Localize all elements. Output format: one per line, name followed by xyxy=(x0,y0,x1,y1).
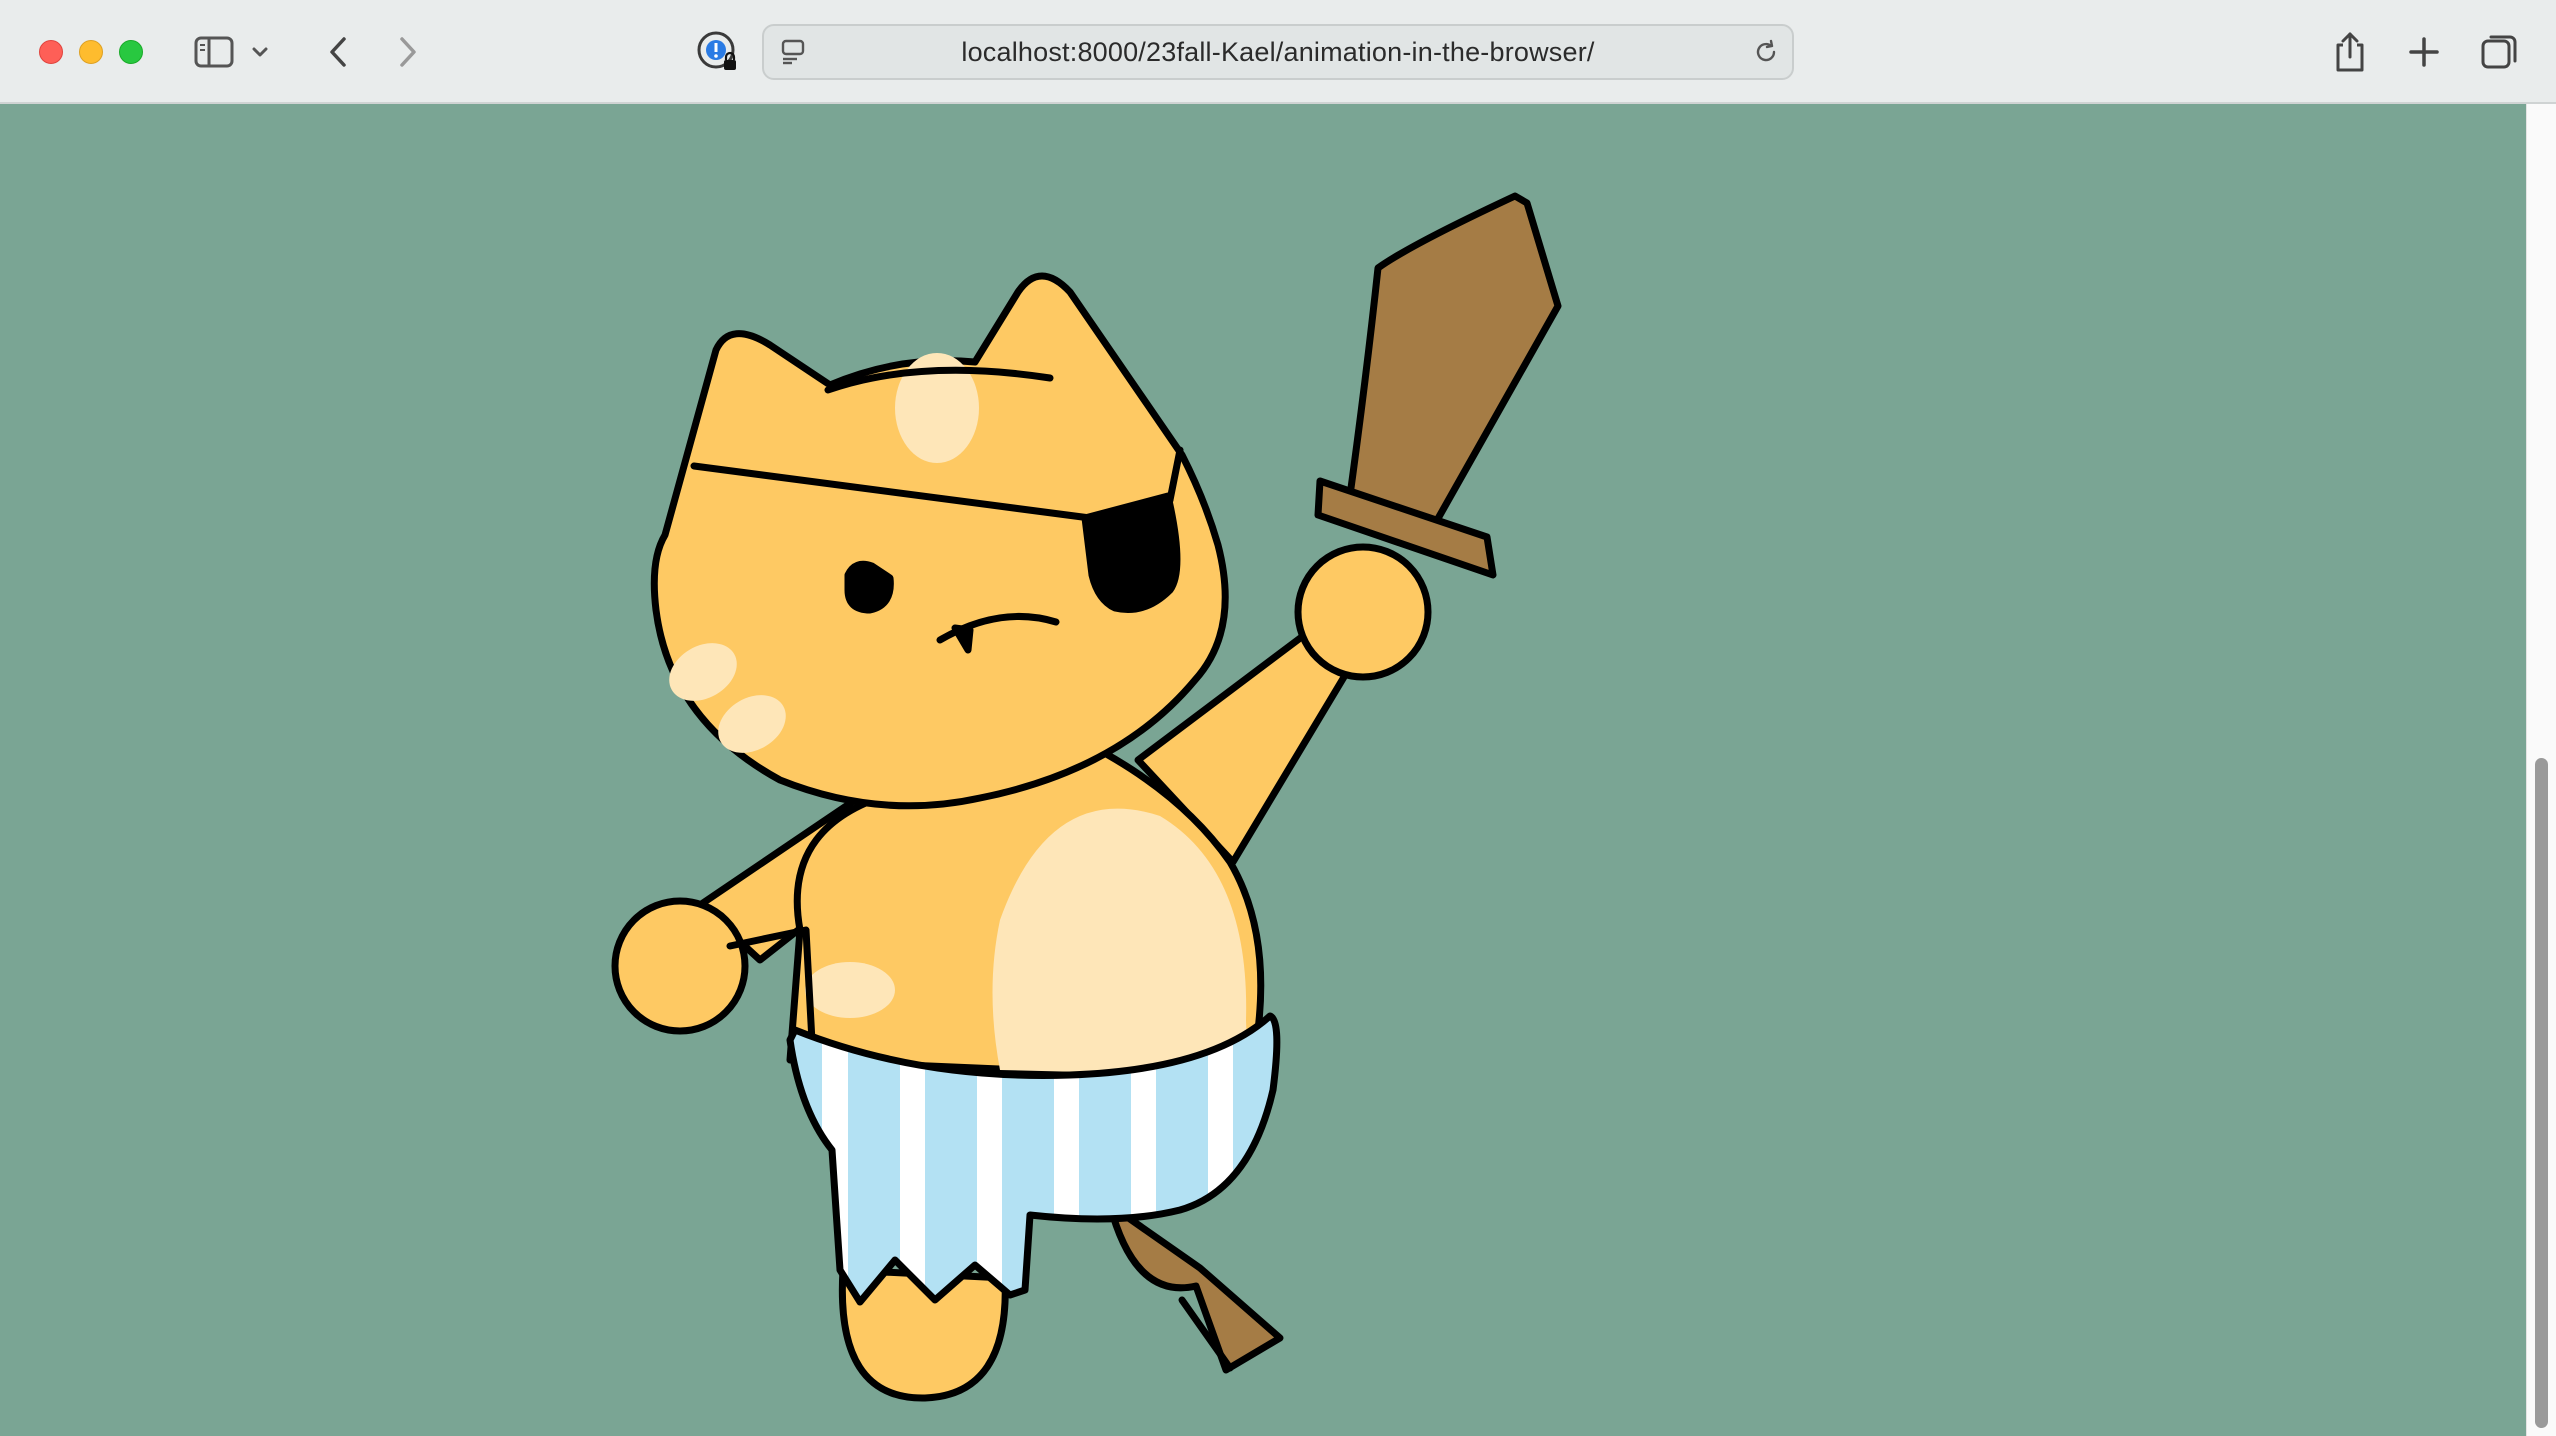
url-text: localhost:8000/23fall-Kael/animation-in-… xyxy=(961,36,1595,67)
lowered-fist xyxy=(611,897,749,1035)
address-bar[interactable]: localhost:8000/23fall-Kael/animation-in-… xyxy=(762,24,1794,80)
tab-overview-icon[interactable] xyxy=(2472,24,2528,80)
page-viewport xyxy=(0,104,2526,1436)
maximize-window-button[interactable] xyxy=(119,40,143,64)
chevron-down-icon[interactable] xyxy=(244,24,276,80)
raised-fist xyxy=(1294,543,1432,681)
sword-blade xyxy=(1344,192,1562,542)
reload-icon[interactable] xyxy=(1744,26,1788,78)
sidebar-icon[interactable] xyxy=(186,24,242,80)
close-window-button[interactable] xyxy=(39,40,63,64)
plus-icon[interactable] xyxy=(2396,24,2452,80)
chevron-right-icon[interactable] xyxy=(380,24,436,80)
share-icon[interactable] xyxy=(2322,24,2378,80)
privacy-report-icon[interactable] xyxy=(690,24,746,80)
eyepatch xyxy=(1081,492,1181,613)
peg-leg xyxy=(1106,1201,1284,1374)
minimize-window-button[interactable] xyxy=(79,40,103,64)
scrollbar-thumb[interactable] xyxy=(2535,758,2548,1428)
chevron-left-icon[interactable] xyxy=(310,24,366,80)
cat-eye xyxy=(844,560,894,614)
pirate-cat-illustration xyxy=(611,192,1562,1402)
page-scrollbar[interactable] xyxy=(2526,104,2556,1436)
browser-toolbar: localhost:8000/23fall-Kael/animation-in-… xyxy=(0,0,2556,104)
